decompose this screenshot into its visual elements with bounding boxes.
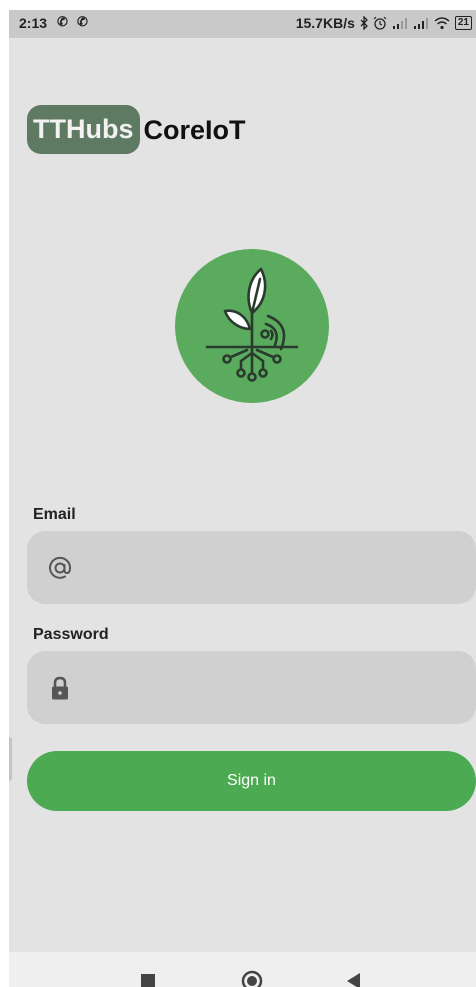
- sign-in-button[interactable]: Sign in: [27, 751, 476, 811]
- at-icon: [49, 556, 72, 579]
- status-bar: 2:13 ✆ ✆ 15.7KB/s 21: [9, 10, 476, 38]
- home-icon[interactable]: [241, 970, 263, 987]
- email-label: Email: [33, 506, 76, 523]
- bluetooth-icon: [360, 16, 368, 30]
- app-logo: [175, 249, 329, 403]
- brand-header: TTHubs CoreIoT: [27, 105, 246, 154]
- alarm-icon: [373, 16, 387, 30]
- battery-level: 21: [457, 17, 469, 28]
- edge-handle: [9, 737, 12, 781]
- android-nav-bar: [9, 952, 476, 987]
- password-field[interactable]: [27, 651, 476, 726]
- lock-icon: [52, 676, 68, 700]
- email-field[interactable]: [27, 531, 476, 606]
- signal-icon: [413, 18, 428, 29]
- status-right-group: 15.7KB/s 21: [296, 15, 472, 31]
- net-speed: 15.7KB/s: [295, 15, 355, 31]
- signal-icon: [392, 18, 407, 29]
- app-screen: 2:13 ✆ ✆ 15.7KB/s 21 TTHubs CoreIoT Emai…: [9, 10, 476, 987]
- brand-badge: TTHubs: [27, 105, 140, 154]
- password-label: Password: [33, 626, 109, 643]
- battery-icon: 21: [454, 16, 472, 30]
- email-input[interactable]: [87, 531, 461, 606]
- back-icon[interactable]: [345, 973, 361, 987]
- plant-iot-icon: [205, 267, 299, 382]
- status-time: 2:13: [19, 15, 48, 31]
- phone-icon: ✆: [57, 14, 68, 29]
- phone-icon: ✆: [77, 14, 88, 29]
- brand-name: CoreIoT: [143, 114, 246, 145]
- recent-apps-icon[interactable]: [141, 974, 155, 987]
- password-input[interactable]: [87, 651, 461, 726]
- wifi-icon: [434, 16, 450, 29]
